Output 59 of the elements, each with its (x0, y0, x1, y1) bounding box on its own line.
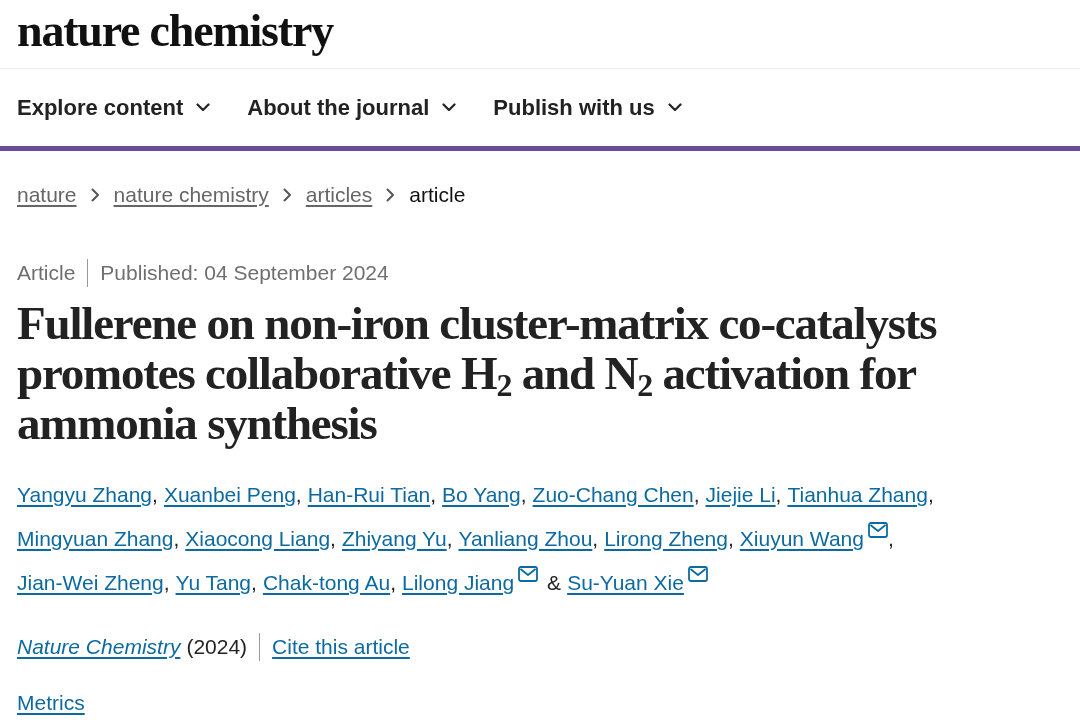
envelope-icon[interactable] (687, 566, 708, 582)
list-separator: , (330, 527, 336, 550)
list-separator: , (592, 527, 599, 550)
breadcrumb-link[interactable]: nature chemistry (113, 180, 269, 210)
list-separator: , (446, 527, 453, 550)
envelope-icon[interactable] (867, 522, 888, 538)
breadcrumb-link[interactable]: nature (17, 180, 77, 210)
author-link[interactable]: Jiejie Li (705, 483, 776, 506)
author-link[interactable]: Lilong Jiang (402, 571, 515, 594)
breadcrumb-link[interactable]: articles (305, 180, 373, 210)
author-link[interactable]: Han-Rui Tian (307, 483, 431, 506)
chevron-right-icon (90, 188, 100, 202)
author-link[interactable]: Mingyuan Zhang (17, 527, 174, 550)
nav-menu-button[interactable]: About the journal (247, 94, 457, 121)
author-link[interactable]: Bo Yang (442, 483, 521, 506)
list-separator: , (163, 571, 170, 594)
journal-link[interactable]: Nature Chemistry (17, 632, 181, 662)
journal-logo[interactable]: nature chemistry (17, 8, 333, 54)
author-link[interactable]: Tianhua Zhang (787, 483, 928, 506)
author-link[interactable]: Yu Tang (175, 571, 252, 594)
author-link[interactable]: Yangyu Zhang (17, 483, 153, 506)
chevron-right-icon (282, 188, 292, 202)
list-separator: , (727, 527, 734, 550)
list-separator: , (693, 483, 700, 506)
list-separator: , (430, 483, 437, 506)
list-separator: , (887, 527, 894, 550)
list-separator: , (251, 571, 257, 594)
chevron-down-icon (667, 103, 682, 112)
nav-menu-button[interactable]: Publish with us (493, 94, 682, 121)
author-link[interactable]: Zhiyang Yu (341, 527, 447, 550)
nav-menu-button[interactable]: Explore content (17, 94, 211, 121)
publication-year: (2024) (186, 634, 248, 660)
publication-date: Published: 04 September 2024 (100, 260, 389, 286)
author-link[interactable]: Yanliang Zhou (458, 527, 593, 550)
cite-link[interactable]: Cite this article (272, 632, 410, 662)
list-separator: , (390, 571, 396, 594)
list-separator: , (173, 527, 180, 550)
author-link[interactable]: Jian-Wei Zheng (17, 571, 164, 594)
list-separator: & (547, 571, 562, 594)
chevron-down-icon (196, 103, 211, 112)
author-link[interactable]: Xiaocong Liang (185, 527, 331, 550)
list-separator: , (927, 483, 934, 506)
author-link[interactable]: Xuanbei Peng (163, 483, 296, 506)
author-link[interactable]: Su-Yuan Xie (567, 571, 684, 594)
breadcrumb-current: article (409, 182, 466, 208)
list-separator: , (775, 483, 782, 506)
list-separator: , (520, 483, 527, 506)
article-type-label: Article (17, 260, 76, 286)
author-link[interactable]: Zuo-Chang Chen (532, 483, 694, 506)
metrics-link[interactable]: Metrics (17, 691, 85, 714)
author-link[interactable]: Lirong Zheng (604, 527, 728, 550)
author-link[interactable]: Chak-tong Au (262, 571, 391, 594)
author-link[interactable]: Xiuyun Wang (739, 527, 864, 550)
chevron-down-icon (442, 103, 457, 112)
list-separator: , (152, 483, 158, 506)
list-separator: , (295, 483, 302, 506)
article-title: Fullerene on non-iron cluster-matrix co-catalysts promotes collaborative H$_{2}$ and N$_{2}$ activation for ammonia synthesis (17, 298, 938, 448)
envelope-icon[interactable] (518, 566, 539, 582)
chevron-right-icon (386, 188, 396, 202)
